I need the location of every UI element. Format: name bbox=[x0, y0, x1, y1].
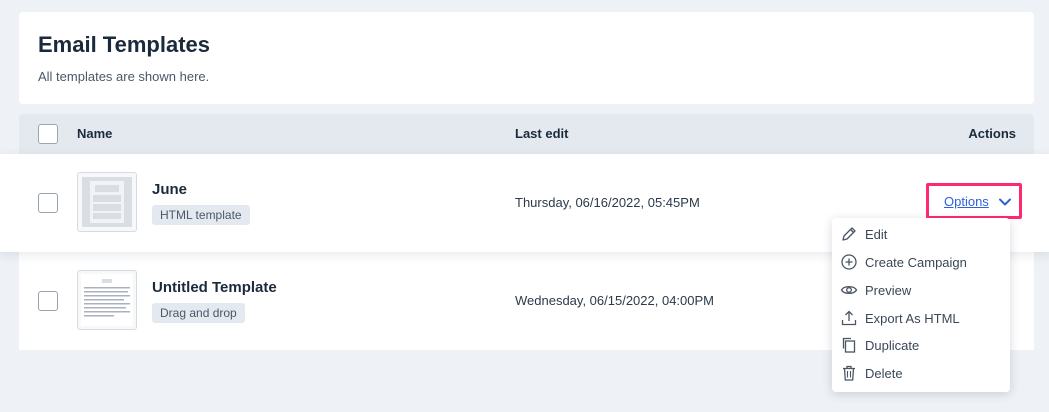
eye-icon bbox=[840, 285, 858, 295]
last-edit-date: Thursday, 06/16/2022, 05:45PM bbox=[515, 195, 700, 210]
column-header-name[interactable]: Name bbox=[77, 126, 112, 141]
menu-item-label: Edit bbox=[865, 227, 888, 242]
options-dropdown-trigger[interactable]: Options bbox=[926, 183, 1022, 219]
menu-item-label: Delete bbox=[865, 366, 903, 381]
page-title: Email Templates bbox=[38, 32, 210, 57]
row-checkbox[interactable] bbox=[38, 193, 58, 213]
options-link[interactable]: Options bbox=[944, 194, 989, 209]
menu-item-edit[interactable]: Edit bbox=[832, 222, 1010, 248]
menu-item-create-campaign[interactable]: Create Campaign bbox=[832, 250, 1010, 276]
template-name[interactable]: Untitled Template bbox=[152, 279, 277, 296]
page-subtitle: All templates are shown here. bbox=[38, 69, 210, 84]
select-all-checkbox[interactable] bbox=[38, 124, 58, 144]
template-type-badge: HTML template bbox=[152, 205, 250, 225]
menu-item-duplicate[interactable]: Duplicate bbox=[832, 333, 1010, 359]
trash-icon bbox=[843, 365, 855, 381]
row-checkbox[interactable] bbox=[38, 291, 58, 311]
template-thumbnail[interactable] bbox=[77, 270, 137, 330]
menu-item-preview[interactable]: Preview bbox=[832, 278, 1010, 304]
column-header-actions: Actions bbox=[968, 126, 1016, 141]
menu-item-label: Create Campaign bbox=[865, 255, 967, 270]
pencil-icon bbox=[842, 227, 856, 241]
template-name[interactable]: June bbox=[152, 181, 187, 198]
last-edit-date: Wednesday, 06/15/2022, 04:00PM bbox=[515, 293, 714, 308]
header-card: Email Templates All templates are shown … bbox=[19, 12, 1034, 104]
options-menu: Edit Create Campaign Preview Export As H… bbox=[832, 218, 1010, 392]
menu-item-label: Duplicate bbox=[865, 338, 920, 353]
column-header-last-edit[interactable]: Last edit bbox=[515, 126, 568, 141]
menu-item-export-html[interactable]: Export As HTML bbox=[832, 306, 1010, 332]
chevron-down-icon bbox=[999, 198, 1011, 206]
menu-item-delete[interactable]: Delete bbox=[832, 361, 1010, 387]
table-header: Name Last edit Actions bbox=[19, 114, 1034, 154]
menu-item-label: Preview bbox=[865, 283, 912, 298]
plus-circle-icon bbox=[841, 254, 857, 270]
template-thumbnail[interactable] bbox=[77, 172, 137, 232]
template-type-badge: Drag and drop bbox=[152, 303, 245, 323]
upload-icon bbox=[841, 310, 857, 326]
menu-item-label: Export As HTML bbox=[865, 311, 960, 326]
copy-icon bbox=[842, 337, 856, 353]
